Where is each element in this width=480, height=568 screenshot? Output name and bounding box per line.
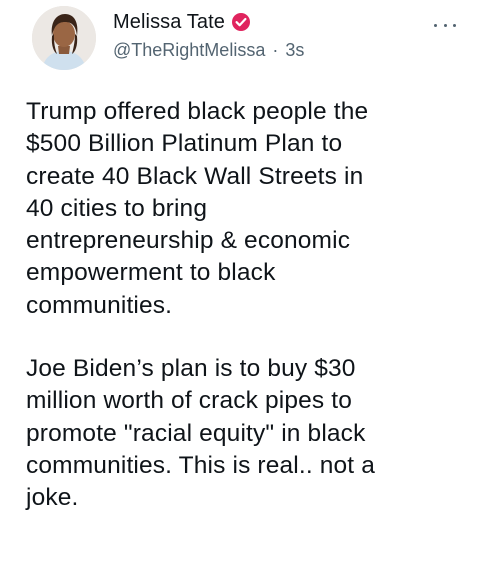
tweet-paragraph: Joe Biden’s plan is to buy $30 million w… (26, 355, 375, 512)
verified-badge-icon (231, 12, 251, 32)
more-dot (434, 23, 437, 27)
profile-photo-icon (32, 6, 96, 70)
handle-row: @TheRightMelissa · 3s (113, 38, 304, 62)
timestamp[interactable]: 3s (285, 40, 304, 61)
tweet-card: Melissa Tate @TheRightMelissa · 3s Trump… (0, 0, 480, 568)
user-handle[interactable]: @TheRightMelissa (113, 40, 265, 61)
separator-dot: · (272, 39, 279, 60)
more-dot (453, 23, 456, 27)
tweet-header: Melissa Tate @TheRightMelissa · 3s (0, 0, 480, 80)
tweet-body: Trump offered black people the $500 Bill… (26, 96, 466, 515)
avatar[interactable] (32, 6, 96, 70)
tweet-paragraph: Trump offered black people the $500 Bill… (26, 98, 369, 319)
name-row: Melissa Tate (113, 9, 251, 35)
more-options-icon[interactable] (434, 20, 456, 30)
more-dot (443, 23, 447, 27)
display-name[interactable]: Melissa Tate (113, 11, 225, 34)
